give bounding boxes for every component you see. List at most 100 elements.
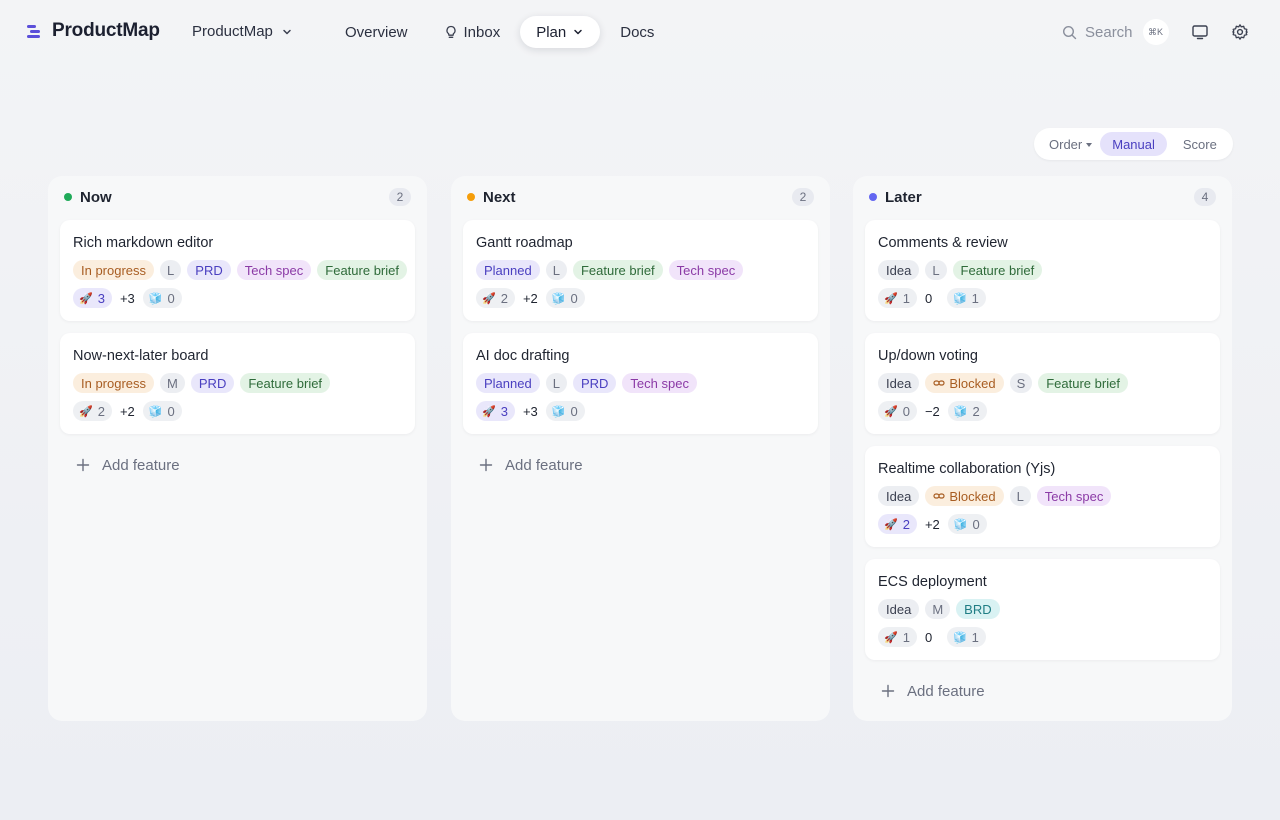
rocket-votes[interactable]: 🚀 2	[878, 514, 917, 534]
nav-overview[interactable]: Overview	[329, 16, 424, 48]
rocket-icon: 🚀	[884, 517, 898, 531]
column-header: Later 4	[869, 188, 1216, 206]
cube-count[interactable]: 🧊 0	[142, 401, 182, 421]
order-manual-option[interactable]: Manual	[1100, 132, 1167, 156]
status-badge[interactable]: Idea	[878, 599, 920, 619]
feature-card[interactable]: Rich markdown editor In progress L PRD Tech …	[60, 220, 415, 321]
nav-plan-label: Plan	[536, 23, 567, 41]
monitor-button[interactable]	[1190, 22, 1210, 42]
size-badge[interactable]: L	[1009, 486, 1031, 506]
doc-tag[interactable]: Feature brief	[1038, 373, 1128, 393]
cube-count[interactable]: 🧊 0	[142, 288, 182, 308]
rocket-count: 1	[902, 290, 910, 306]
size-badge[interactable]: S	[1009, 373, 1033, 393]
size-badge[interactable]: L	[545, 373, 567, 393]
cube-count-value: 1	[971, 290, 979, 306]
doc-tag[interactable]: PRD	[187, 260, 231, 280]
status-badge[interactable]: Planned	[476, 260, 540, 280]
brand[interactable]: ProductMap	[26, 20, 160, 42]
feature-tags: Idea Blocked S Feature brief	[878, 373, 1128, 393]
doc-tag[interactable]: PRD	[572, 373, 617, 393]
settings-button[interactable]	[1230, 22, 1250, 42]
cube-count[interactable]: 🧊 0	[947, 514, 987, 534]
cube-count[interactable]: 🧊 1	[946, 288, 986, 308]
size-badge[interactable]: M	[160, 373, 185, 393]
doc-tag[interactable]: Feature brief	[952, 260, 1043, 280]
cube-count[interactable]: 🧊 0	[545, 288, 585, 308]
doc-tag[interactable]: Tech spec	[236, 260, 312, 280]
feature-stats: 🚀 1 0 🧊 1	[878, 627, 986, 647]
rocket-votes[interactable]: 🚀 2	[476, 288, 515, 308]
rocket-votes[interactable]: 🚀 0	[878, 401, 917, 421]
feature-card[interactable]: Gantt roadmap Planned L Feature brief Tech s…	[463, 220, 818, 321]
feature-title: Realtime collaboration (Yjs)	[878, 461, 1056, 477]
doc-tag[interactable]: Tech spec	[668, 260, 744, 280]
add-feature-button[interactable]: Add feature	[881, 681, 985, 701]
feature-card[interactable]: Comments & review Idea L Feature brief 🚀 1 0 🧊 1	[865, 220, 1220, 321]
status-badge[interactable]: In progress	[73, 373, 155, 393]
feature-tags: Idea M BRD	[878, 599, 1000, 619]
feature-tags: In progress M PRD Feature brief	[73, 373, 331, 393]
rocket-votes[interactable]: 🚀 3	[73, 288, 112, 308]
column-status-dot	[869, 193, 877, 201]
doc-tag[interactable]: Feature brief	[572, 260, 663, 280]
rocket-votes[interactable]: 🚀 3	[476, 401, 515, 421]
nav-inbox[interactable]: Inbox	[428, 16, 517, 48]
workspace-switcher[interactable]: ProductMap	[192, 23, 293, 40]
feature-stats: 🚀 2 +2 🧊 0	[878, 514, 987, 534]
rocket-votes[interactable]: 🚀 1	[878, 288, 917, 308]
size-badge[interactable]: M	[925, 599, 951, 619]
feature-card[interactable]: Now-next-later board In progress M PRD Featu…	[60, 333, 415, 434]
add-feature-button[interactable]: Add feature	[76, 455, 180, 475]
rocket-count: 2	[500, 290, 508, 306]
add-feature-label: Add feature	[102, 456, 180, 474]
blocked-badge[interactable]: Blocked	[925, 373, 1004, 393]
doc-tag[interactable]: Tech spec	[622, 373, 697, 393]
doc-tag[interactable]: PRD	[190, 373, 235, 393]
feature-card[interactable]: AI doc drafting Planned L PRD Tech spec 🚀 3 +3 🧊…	[463, 333, 818, 434]
feature-card[interactable]: Realtime collaboration (Yjs) Idea Blocked L…	[865, 446, 1220, 547]
size-badge[interactable]: L	[160, 260, 182, 280]
workspace-name: ProductMap	[192, 23, 273, 40]
column-count-badge: 4	[1194, 188, 1216, 206]
doc-tag[interactable]: Tech spec	[1036, 486, 1112, 506]
nav-inbox-label: Inbox	[463, 23, 501, 41]
nav-plan[interactable]: Plan	[520, 16, 601, 48]
order-dropdown[interactable]: Order	[1049, 137, 1093, 152]
rocket-votes[interactable]: 🚀 2	[73, 401, 112, 421]
feature-score: +2	[924, 516, 940, 532]
feature-title: Comments & review	[878, 235, 1008, 251]
cube-count[interactable]: 🧊 1	[946, 627, 986, 647]
chevron-down-icon	[574, 29, 582, 35]
status-badge[interactable]: Planned	[476, 373, 540, 393]
rocket-icon: 🚀	[482, 404, 496, 418]
doc-tag[interactable]: BRD	[956, 599, 1000, 619]
add-feature-button[interactable]: Add feature	[479, 455, 583, 475]
cube-count[interactable]: 🧊 2	[947, 401, 987, 421]
feature-stats: 🚀 3 +3 🧊 0	[73, 288, 182, 308]
search-button[interactable]: Search ⌘K	[1062, 19, 1169, 45]
caret-down-icon	[1086, 142, 1093, 147]
cube-count[interactable]: 🧊 0	[545, 401, 585, 421]
feature-stats: 🚀 2 +2 🧊 0	[73, 401, 182, 421]
size-badge[interactable]: L	[545, 260, 567, 280]
cube-count-value: 0	[972, 516, 980, 532]
column-later: Later 4 Comments & review Idea L Feature brie…	[853, 176, 1232, 721]
feature-title: AI doc drafting	[476, 348, 570, 364]
nav-docs[interactable]: Docs	[604, 16, 670, 48]
status-badge[interactable]: Idea	[878, 373, 920, 393]
order-score-option[interactable]: Score	[1171, 132, 1229, 156]
doc-tag[interactable]: Feature brief	[317, 260, 407, 280]
size-badge[interactable]: L	[925, 260, 947, 280]
status-badge[interactable]: In progress	[73, 260, 155, 280]
status-badge[interactable]: Idea	[878, 260, 920, 280]
feature-tags: In progress L PRD Tech spec Feature brief	[73, 260, 407, 280]
blocked-badge[interactable]: Blocked	[925, 486, 1004, 506]
rocket-icon: 🚀	[79, 291, 93, 305]
feature-title: Gantt roadmap	[476, 235, 573, 251]
status-badge[interactable]: Idea	[878, 486, 920, 506]
rocket-votes[interactable]: 🚀 1	[878, 627, 917, 647]
doc-tag[interactable]: Feature brief	[240, 373, 331, 393]
feature-card[interactable]: Up/down voting Idea Blocked S Feature brief 🚀…	[865, 333, 1220, 434]
feature-card[interactable]: ECS deployment Idea M BRD 🚀 1 0 🧊 1	[865, 559, 1220, 660]
